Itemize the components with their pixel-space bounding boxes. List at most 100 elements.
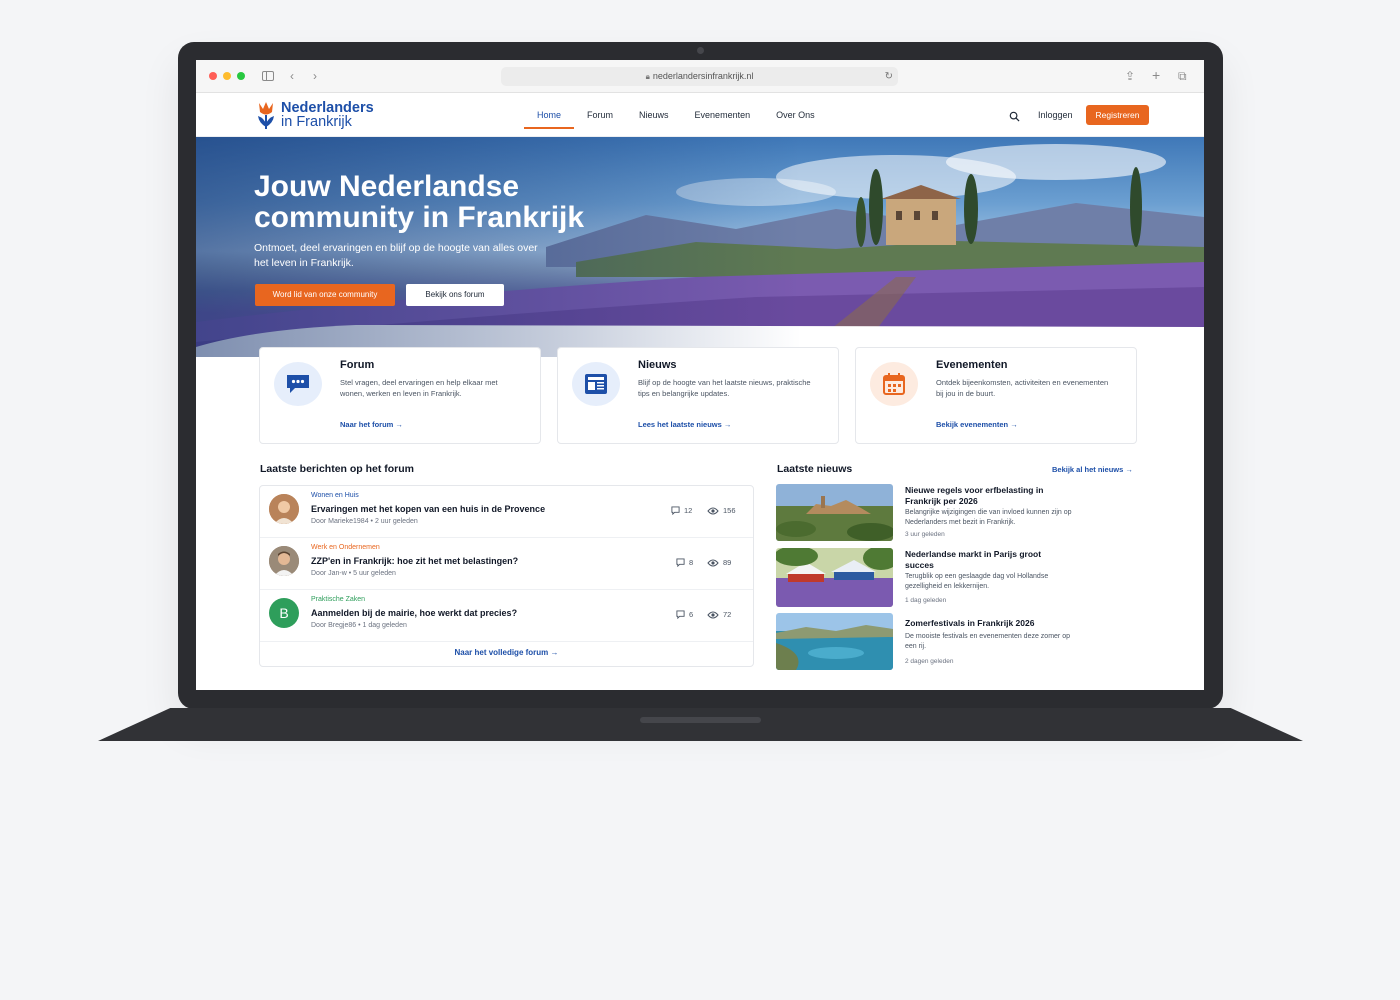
feature-card-forum[interactable]: Forum Stel vragen, deel ervaringen en he…	[259, 347, 541, 444]
eye-icon	[707, 611, 719, 618]
comment-icon	[676, 558, 685, 567]
login-link[interactable]: Inloggen	[1038, 110, 1073, 120]
comment-icon	[671, 506, 680, 515]
forum-list: Wonen en Huis Ervaringen met het kopen v…	[259, 485, 754, 667]
eye-icon	[707, 507, 719, 514]
avatar: B	[269, 598, 299, 628]
post-time: 2 uur geleden	[374, 518, 418, 525]
view-count-value: 156	[723, 506, 736, 515]
forum-link[interactable]: Naar het forum →	[340, 420, 403, 429]
post-category[interactable]: Werk en Ondernemen	[311, 544, 380, 551]
nav-nieuws[interactable]: Nieuws	[626, 93, 682, 137]
hero-title: Jouw Nederlandse community in Frankrijk	[254, 170, 585, 234]
post-title[interactable]: Aanmelden bij de mairie, hoe werkt dat p…	[311, 608, 517, 618]
close-window-button[interactable]	[209, 72, 217, 80]
forum-post[interactable]: B Praktische Zaken Aanmelden bij de mair…	[260, 590, 753, 642]
logo-line1: Nederlanders	[281, 100, 374, 116]
post-time: 1 dag geleden	[362, 622, 407, 629]
news-time: 3 uur geleden	[905, 531, 945, 538]
register-button[interactable]: Registreren	[1086, 105, 1149, 125]
address-bar[interactable]: 🔒︎ nederlandersinfrankrijk.nl ↻	[501, 67, 898, 86]
news-title[interactable]: Nederlandse markt in Parijs groot succes	[905, 549, 1065, 571]
news-image-village[interactable]	[776, 484, 893, 541]
forward-icon[interactable]: ›	[313, 68, 317, 84]
search-icon[interactable]	[1009, 109, 1021, 122]
post-meta: Door Jan-w • 5 uur geleden	[311, 570, 396, 577]
nav-evenementen[interactable]: Evenementen	[682, 93, 764, 137]
comment-count: 12	[671, 506, 692, 515]
view-count-value: 72	[723, 610, 732, 619]
comment-count-value: 6	[689, 610, 694, 619]
post-title[interactable]: ZZP'en in Frankrijk: hoe zit het met bel…	[311, 556, 518, 566]
post-title[interactable]: Ervaringen met het kopen van een huis in…	[311, 504, 545, 514]
post-category[interactable]: Praktische Zaken	[311, 596, 365, 603]
sidebar-toggle-icon[interactable]	[262, 71, 274, 81]
comment-icon	[676, 610, 685, 619]
share-icon[interactable]: ⇪	[1125, 68, 1135, 84]
feature-card-evenementen[interactable]: Evenementen Ontdek bijeenkomsten, activi…	[855, 347, 1137, 444]
forum-heading: Laatste berichten op het forum	[260, 463, 415, 475]
news-link[interactable]: Lees het laatste nieuws →	[638, 420, 731, 429]
news-image-coast[interactable]	[776, 613, 893, 670]
newspaper-icon	[572, 362, 620, 406]
post-author: Door Bregje86	[311, 622, 357, 629]
view-count: 156	[707, 506, 736, 515]
minimize-window-button[interactable]	[223, 72, 231, 80]
back-icon[interactable]: ‹	[290, 68, 294, 84]
calendar-icon	[870, 362, 918, 406]
forum-post[interactable]: Wonen en Huis Ervaringen met het kopen v…	[260, 486, 753, 538]
news-title[interactable]: Nieuwe regels voor erfbelasting in Frank…	[905, 485, 1065, 507]
logo-line2: in Frankrijk	[281, 114, 352, 130]
post-meta: Door Bregje86 • 1 dag geleden	[311, 622, 407, 629]
chat-bubble-icon	[274, 362, 322, 406]
tulip-logo-icon	[256, 100, 276, 130]
comment-count: 6	[676, 610, 693, 619]
view-count: 72	[707, 610, 731, 619]
lock-icon: 🔒︎	[645, 72, 650, 81]
comment-count-value: 12	[684, 506, 693, 515]
nav-forum[interactable]: Forum	[574, 93, 626, 137]
news-description: De mooiste festivals en evenementen deze…	[905, 633, 1070, 650]
comment-count: 8	[676, 558, 693, 567]
news-title[interactable]: Zomerfestivals in Frankrijk 2026	[905, 618, 1065, 629]
events-link[interactable]: Bekijk evenementen →	[936, 420, 1018, 429]
all-news-link[interactable]: Bekijk al het nieuws →	[1052, 465, 1133, 474]
news-heading: Laatste nieuws	[777, 463, 853, 475]
avatar	[269, 494, 299, 524]
nav-home[interactable]: Home	[524, 93, 575, 137]
main-nav: Home Forum Nieuws Evenementen Over Ons	[524, 93, 828, 137]
news-description: Terugblik op een geslaagde dag vol Holla…	[905, 573, 1049, 590]
hero-subtitle: Ontmoet, deel ervaringen en blijf op de …	[254, 242, 538, 269]
browser-toolbar: ‹ › 🔒︎ nederlandersinfrankrijk.nl ↻ ⇪ + ⧉	[196, 60, 1204, 93]
card-description: Stel vragen, deel ervaringen en help elk…	[340, 378, 498, 398]
card-title: Forum	[340, 359, 375, 371]
news-image-market[interactable]	[776, 548, 893, 607]
card-title: Nieuws	[638, 359, 677, 371]
post-author: Door Marieke1984	[311, 518, 369, 525]
post-author: Door Jan-w	[311, 570, 347, 577]
site-logo[interactable]: Nederlanders in Frankrijk	[256, 100, 374, 130]
full-forum-link[interactable]: Naar het volledige forum →	[260, 648, 753, 657]
site-header: Nederlanders in Frankrijk Home Forum Nie…	[196, 93, 1204, 137]
hero-banner: Jouw Nederlandse community in Frankrijk …	[196, 137, 1204, 357]
reload-icon[interactable]: ↻	[885, 67, 893, 86]
feature-card-nieuws[interactable]: Nieuws Blijf op de hoogte van het laatst…	[557, 347, 839, 444]
url-text: nederlandersinfrankrijk.nl	[652, 71, 754, 81]
new-tab-icon[interactable]: +	[1152, 67, 1160, 83]
post-time: 5 uur geleden	[353, 570, 396, 577]
nav-over-ons[interactable]: Over Ons	[763, 93, 828, 137]
forum-post[interactable]: Werk en Ondernemen ZZP'en in Frankrijk: …	[260, 538, 753, 590]
tab-overview-icon[interactable]: ⧉	[1178, 68, 1187, 84]
zoom-window-button[interactable]	[237, 72, 245, 80]
post-category[interactable]: Wonen en Huis	[311, 492, 359, 499]
card-description: Ontdek bijeenkomsten, activiteiten en ev…	[936, 378, 1109, 398]
post-meta: Door Marieke1984 • 2 uur geleden	[311, 518, 418, 525]
screen: ‹ › 🔒︎ nederlandersinfrankrijk.nl ↻ ⇪ + ⧉…	[196, 60, 1204, 690]
card-description: Blijf op de hoogte van het laatste nieuw…	[638, 378, 811, 398]
join-community-button[interactable]: Word lid van onze community	[255, 284, 395, 306]
news-time: 1 dag geleden	[905, 597, 947, 604]
view-count: 89	[707, 558, 731, 567]
news-time: 2 dagen geleden	[905, 658, 954, 665]
view-forum-button[interactable]: Bekijk ons forum	[406, 284, 504, 306]
laptop-base	[98, 708, 1303, 741]
